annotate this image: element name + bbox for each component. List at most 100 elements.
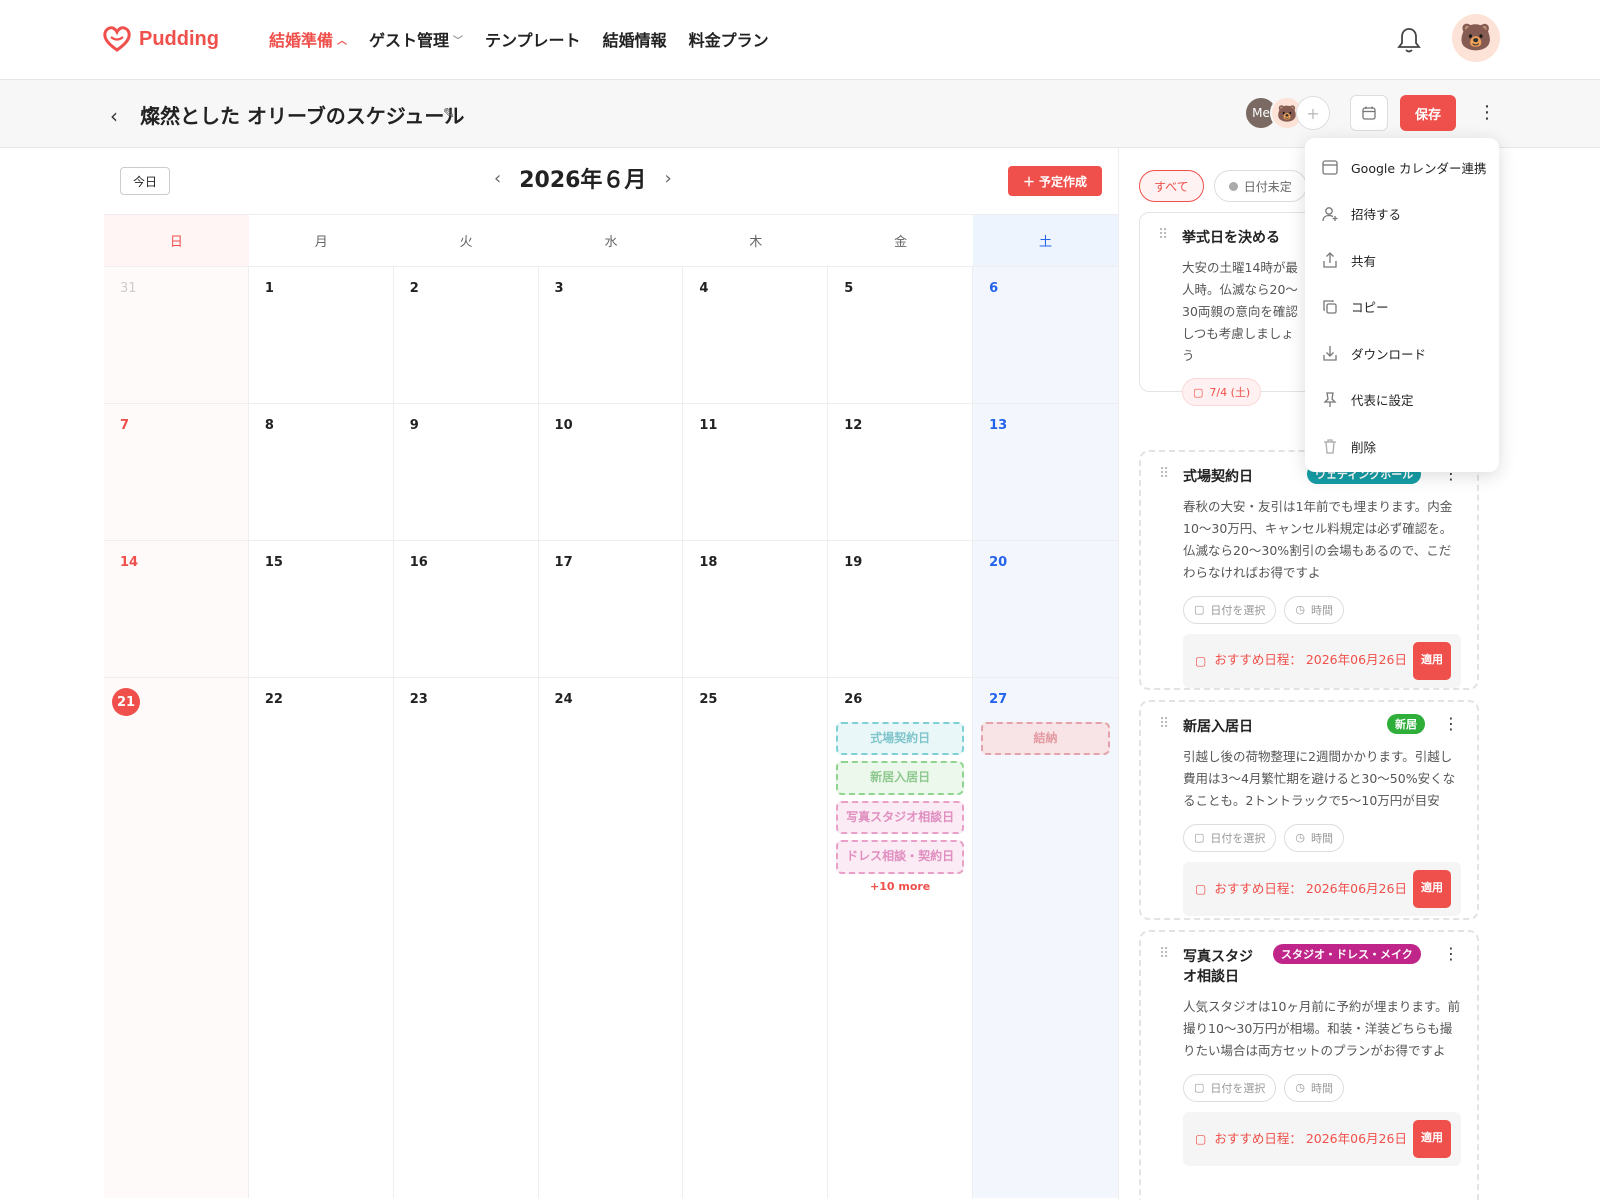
calendar-day[interactable]: 19 — [828, 541, 974, 677]
calendar-day[interactable]: 10 — [539, 404, 684, 540]
drag-handle-icon[interactable]: ⠿ — [1159, 466, 1169, 482]
nav-wedding-prep[interactable]: 結婚準備 ︿ — [269, 27, 347, 51]
select-date-button[interactable]: ▢ 日付を選択 — [1183, 1073, 1277, 1102]
menu-item-set-representative[interactable]: 代表に設定 — [1305, 377, 1499, 424]
calendar-day[interactable]: 17 — [539, 541, 684, 677]
select-time-button[interactable]: ◷ 時間 — [1284, 823, 1345, 852]
task-card[interactable]: ⠿ 式場契約日 ウェディングホール ⋮ 春秋の大安・友引は1年前でも埋まります。… — [1139, 450, 1479, 690]
calendar-week: 7 8 9 10 11 12 13 — [104, 404, 1118, 541]
calendar-day[interactable]: 6 — [973, 267, 1118, 403]
menu-item-delete[interactable]: 削除 — [1305, 423, 1499, 470]
calendar-event[interactable]: 新居入居日 — [836, 761, 965, 795]
menu-item-invite[interactable]: 招待する — [1305, 191, 1499, 238]
bell-icon[interactable] — [1396, 26, 1422, 54]
apply-button[interactable]: 適用 — [1413, 1119, 1451, 1158]
filter-undated-chip[interactable]: 日付未定 — [1213, 170, 1307, 202]
task-description: 人気スタジオは10ヶ月前に予約が埋まります。前撮り10〜30万円が相場。和装・洋… — [1183, 999, 1461, 1058]
calendar-day[interactable]: 24 — [539, 678, 684, 1198]
task-card[interactable]: ⠿ 新居入居日 新居 ⋮ 引越し後の荷物整理に2週間かかります。引越し費用は3〜… — [1139, 700, 1479, 920]
calendar-day[interactable]: 12 — [828, 404, 974, 540]
brand-logo[interactable]: Pudding — [103, 26, 219, 52]
clock-icon: ◷ — [1295, 1081, 1306, 1095]
calendar-day[interactable]: 13 — [973, 404, 1118, 540]
card-more-icon[interactable]: ⋮ — [1443, 714, 1459, 733]
pencil-icon[interactable]: ✎ — [443, 106, 455, 122]
today-button[interactable]: 今日 — [120, 167, 170, 195]
menu-item-label: 共有 — [1351, 253, 1377, 269]
menu-item-copy[interactable]: コピー — [1305, 284, 1499, 331]
calendar-day[interactable]: 15 — [249, 541, 394, 677]
more-options-icon[interactable]: ⋮ — [1478, 102, 1496, 123]
drag-handle-icon[interactable]: ⠿ — [1158, 227, 1168, 243]
calendar-day[interactable]: 5 — [828, 267, 974, 403]
menu-item-share[interactable]: 共有 — [1305, 237, 1499, 284]
add-member-icon[interactable]: + — [1296, 96, 1330, 130]
select-time-label: 時間 — [1311, 831, 1334, 845]
calendar-day-today[interactable]: 21 — [104, 678, 249, 1198]
prev-month-icon[interactable]: ‹ — [494, 168, 501, 189]
calendar-day[interactable]: 1 — [249, 267, 394, 403]
menu-item-download[interactable]: ダウンロード — [1305, 330, 1499, 377]
calendar-day[interactable]: 16 — [394, 541, 539, 677]
calendar-day[interactable]: 11 — [683, 404, 829, 540]
weekday-header: 日 月 火 水 木 金 土 — [104, 215, 1118, 267]
task-card[interactable]: ⠿ 写真スタジオ相談日 スタジオ・ドレス・メイク ⋮ 人気スタジオは10ヶ月前に… — [1139, 930, 1479, 1200]
calendar-event[interactable]: 結納 — [981, 722, 1110, 756]
apply-button[interactable]: 適用 — [1413, 869, 1451, 908]
calendar-day[interactable]: 18 — [683, 541, 829, 677]
task-description: 大安の土曜14時が最人時。仏滅なら20〜30両親の意向を確認しつも考慮しましょう — [1182, 260, 1298, 363]
select-date-button[interactable]: ▢ 日付を選択 — [1183, 823, 1277, 852]
day-number: 22 — [264, 692, 283, 707]
calendar-day[interactable]: 31 — [104, 267, 249, 403]
options-dropdown-menu: Google カレンダー連携 招待する 共有 コピー ダウンロード 代表に設定 … — [1305, 138, 1499, 472]
weekday-label: 金 — [894, 235, 908, 250]
calendar-day[interactable]: 22 — [249, 678, 394, 1198]
select-time-button[interactable]: ◷ 時間 — [1284, 1073, 1345, 1102]
calendar-view-button[interactable] — [1350, 95, 1388, 131]
more-events-link[interactable]: +10 more — [828, 880, 972, 893]
back-arrow-icon[interactable]: ‹ — [110, 104, 118, 128]
nav-pricing[interactable]: 料金プラン — [689, 27, 769, 51]
user-avatar[interactable]: 🐻 — [1452, 14, 1500, 62]
card-more-icon[interactable]: ⋮ — [1443, 944, 1459, 963]
day-number: 5 — [844, 281, 854, 296]
nav-guest-management[interactable]: ゲスト管理 ﹀ — [369, 27, 463, 51]
calendar-day[interactable]: 8 — [249, 404, 394, 540]
recommended-date-text: おすすめ日程： 2026年06月26日 — [1214, 880, 1407, 896]
calendar-day[interactable]: 7 — [104, 404, 249, 540]
calendar-day[interactable]: 14 — [104, 541, 249, 677]
save-button[interactable]: 保存 — [1400, 95, 1456, 131]
drag-handle-icon[interactable]: ⠿ — [1159, 716, 1169, 732]
clock-icon: ◷ — [1295, 831, 1306, 845]
select-date-button[interactable]: ▢ 日付を選択 — [1183, 595, 1277, 624]
task-date-button[interactable]: ▢ 7/4 (土) — [1182, 378, 1262, 407]
calendar-day[interactable]: 20 — [973, 541, 1118, 677]
apply-button[interactable]: 適用 — [1413, 641, 1451, 680]
calendar-icon: ▢ — [1194, 603, 1205, 616]
calendar-day[interactable]: 23 — [394, 678, 539, 1198]
menu-item-google-calendar[interactable]: Google カレンダー連携 — [1305, 144, 1499, 191]
calendar-day[interactable]: 4 — [683, 267, 829, 403]
drag-handle-icon[interactable]: ⠿ — [1159, 946, 1169, 962]
recommended-date: ▢ おすすめ日程： 2026年06月26日 適用 — [1183, 633, 1461, 688]
nav-wedding-info[interactable]: 結婚情報 — [603, 27, 667, 51]
calendar-day[interactable]: 25 — [683, 678, 829, 1198]
next-month-icon[interactable]: › — [664, 168, 671, 189]
status-dot-icon — [1228, 181, 1238, 191]
calendar-event[interactable]: ドレス相談・契約日 — [836, 840, 965, 874]
nav-templates[interactable]: テンプレート — [485, 27, 581, 51]
filter-all-chip[interactable]: すべて — [1139, 170, 1204, 202]
calendar-day[interactable]: 9 — [394, 404, 539, 540]
create-event-button[interactable]: ＋ 予定作成 — [1008, 166, 1102, 196]
calendar-day[interactable]: 27 結納 — [973, 678, 1118, 1198]
calendar-day[interactable]: 26 式場契約日 新居入居日 写真スタジオ相談日 ドレス相談・契約日 +10 m… — [828, 678, 974, 1198]
clock-icon: ◷ — [1295, 603, 1306, 616]
calendar-event[interactable]: 式場契約日 — [836, 722, 965, 756]
calendar-day[interactable]: 3 — [539, 267, 684, 403]
day-number: 16 — [409, 555, 428, 570]
calendar-day[interactable]: 2 — [394, 267, 539, 403]
calendar-event[interactable]: 写真スタジオ相談日 — [836, 800, 965, 835]
day-number: 27 — [989, 692, 1008, 707]
select-time-button[interactable]: ◷ 時間 — [1284, 595, 1345, 624]
weekday-label: 水 — [604, 235, 618, 250]
